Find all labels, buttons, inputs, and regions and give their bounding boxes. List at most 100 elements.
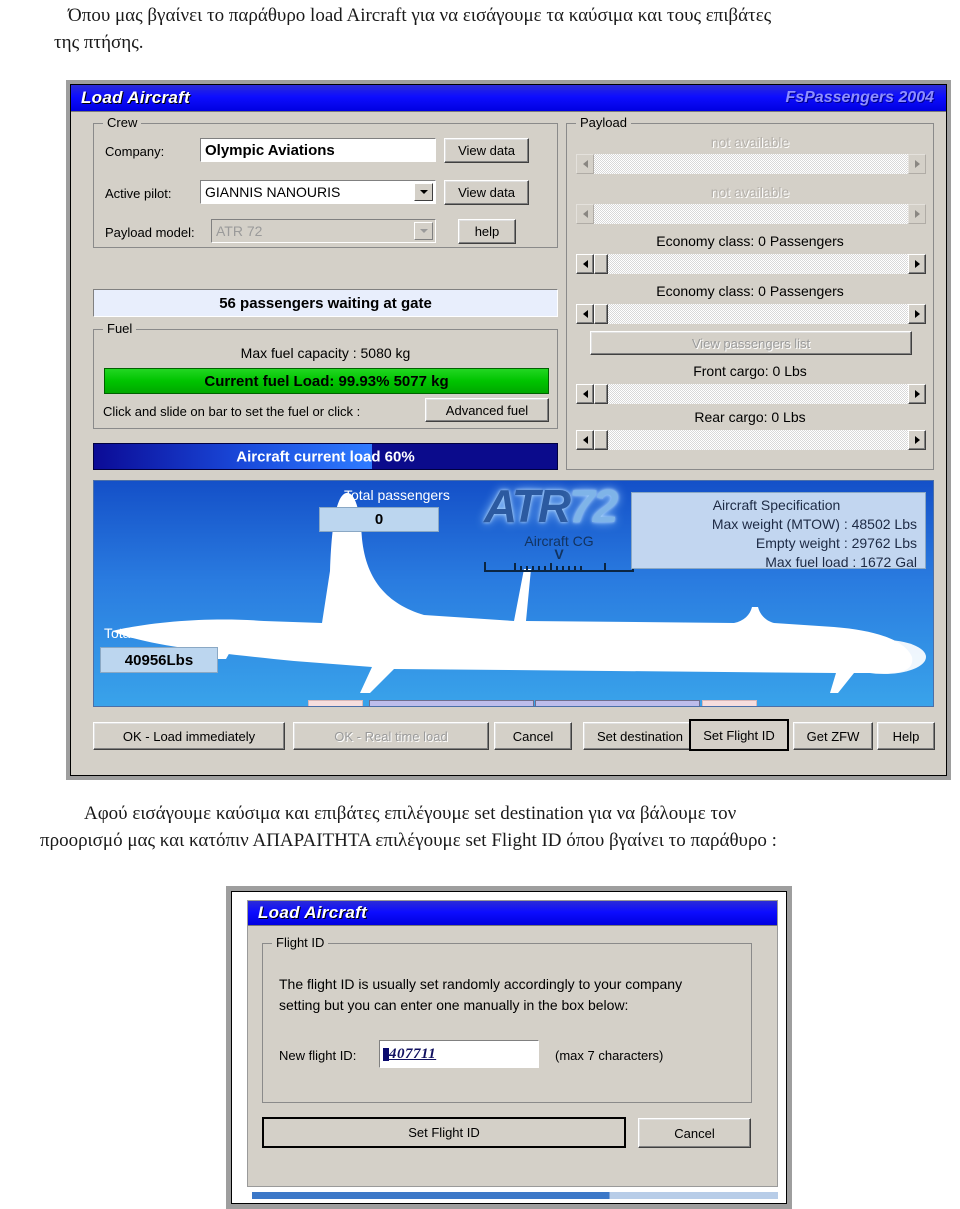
pilot-view-data-button[interactable]: View data xyxy=(444,180,529,205)
active-pilot-combo[interactable]: GIANNIS NANOURIS xyxy=(200,180,436,204)
spec-empty-weight: Empty weight : 29762 Lbs xyxy=(755,535,917,551)
flight-id-description-line2: setting but you can enter one manually i… xyxy=(279,997,629,1013)
payload-help-button[interactable]: help xyxy=(458,219,516,244)
flight-id-group-title: Flight ID xyxy=(272,935,329,950)
company-value: Olympic Aviations xyxy=(205,141,335,159)
flight-id-group: Flight ID The flight ID is usually set r… xyxy=(262,935,752,1103)
rear-cargo-slider[interactable] xyxy=(576,430,926,450)
flight-id-window-title: Load Aircraft xyxy=(258,903,368,922)
payload-slider-4-caption: Economy class: 0 Passengers xyxy=(656,283,844,299)
window-title: Load Aircraft xyxy=(81,88,191,107)
active-pilot-value: GIANNIS NANOURIS xyxy=(205,184,341,200)
slider-left-arrow-icon[interactable] xyxy=(576,430,594,450)
slider-thumb[interactable] xyxy=(594,304,608,324)
slider-right-arrow-icon[interactable] xyxy=(908,154,926,174)
atr72-logo-primary: ATR xyxy=(484,480,571,532)
station-weight-front-cargo[interactable]: 0Lbs xyxy=(308,700,363,706)
crew-group-title: Crew xyxy=(103,115,142,130)
spec-max-weight: Max weight (MTOW) : 48502 Lbs xyxy=(711,516,917,532)
chevron-down-icon[interactable] xyxy=(414,222,433,240)
help-button[interactable]: Help xyxy=(877,722,935,750)
fuel-group-title: Fuel xyxy=(103,321,137,336)
ok-real-time-load-button[interactable]: OK - Real time load xyxy=(293,722,489,750)
new-flight-id-value: 407711 xyxy=(389,1045,437,1062)
payload-group: Payload not available not available Econ… xyxy=(566,115,934,470)
station-weight-rear-cargo[interactable]: 0Lbs xyxy=(702,700,757,706)
slider-right-arrow-icon[interactable] xyxy=(908,430,926,450)
instruction-paragraph: Αφού εισάγουμε καύσιμα και επιβάτες επιλ… xyxy=(40,800,960,854)
get-zfw-button[interactable]: Get ZFW xyxy=(793,722,873,750)
slider-right-arrow-icon[interactable] xyxy=(908,384,926,404)
payload-model-label: Payload model: xyxy=(105,225,195,240)
payload-slider-3-caption: Economy class: 0 Passengers xyxy=(656,233,844,249)
new-flight-id-input[interactable]: 407711 xyxy=(379,1040,539,1068)
intro-paragraph-line1: Όπου μας βγαίνει το παράθυρο load Aircra… xyxy=(68,5,772,26)
flight-id-cancel-button[interactable]: Cancel xyxy=(638,1118,751,1148)
gate-status-panel: 56 passengers waiting at gate xyxy=(93,289,558,317)
aircraft-cg-indicator: Aircraft CG V xyxy=(484,533,634,572)
slider-left-arrow-icon[interactable] xyxy=(576,254,594,274)
brand-label: FsPassengers 2004 xyxy=(785,89,934,106)
view-passengers-list-button[interactable]: View passengers list xyxy=(590,331,912,355)
total-passengers-value: 0 xyxy=(319,507,439,532)
slider-left-arrow-icon[interactable] xyxy=(576,384,594,404)
fuel-hint-label: Click and slide on bar to set the fuel o… xyxy=(103,404,361,419)
slider-left-arrow-icon[interactable] xyxy=(576,204,594,224)
spec-max-fuel: Max fuel load : 1672 Gal xyxy=(765,554,917,570)
payload-slider-4[interactable] xyxy=(576,304,926,324)
total-weight-label: Total weight xyxy=(104,625,178,641)
slider-left-arrow-icon[interactable] xyxy=(576,304,594,324)
total-passengers-label: Total passengers xyxy=(344,487,450,503)
payload-model-value: ATR 72 xyxy=(216,223,263,239)
front-cargo-caption: Front cargo: 0 Lbs xyxy=(693,363,807,379)
ok-load-immediately-button[interactable]: OK - Load immediately xyxy=(93,722,285,750)
new-flight-id-label: New flight ID: xyxy=(279,1048,357,1063)
aircraft-visual-panel: Total passengers 0 Total weight 40956Lbs… xyxy=(93,480,934,707)
aircraft-current-load-bar: Aircraft current load 60% xyxy=(93,443,558,470)
payload-group-title: Payload xyxy=(576,115,631,130)
slider-thumb[interactable] xyxy=(594,384,608,404)
set-flight-id-button[interactable]: Set Flight ID xyxy=(689,719,789,751)
aircraft-load-text: Aircraft current load 60% xyxy=(236,448,415,465)
flight-id-dialog-window: Load Aircraft Flight ID The flight ID is… xyxy=(226,886,792,1209)
slider-right-arrow-icon[interactable] xyxy=(908,304,926,324)
set-destination-button[interactable]: Set destination xyxy=(583,722,697,750)
payload-slider-2[interactable] xyxy=(576,204,926,224)
flight-id-description: The flight ID is usually set randomly ac… xyxy=(279,974,729,1016)
cancel-button[interactable]: Cancel xyxy=(494,722,572,750)
payload-slider-1-caption: not available xyxy=(710,134,790,150)
station-weight-cabin-rear[interactable]: 0Lbs xyxy=(535,700,700,706)
atr72-logo: ATR72 xyxy=(484,480,618,533)
background-window-strip xyxy=(252,1192,778,1199)
set-flight-id-confirm-button[interactable]: Set Flight ID xyxy=(262,1117,626,1148)
load-aircraft-titlebar: Load Aircraft FsPassengers 2004 xyxy=(71,85,946,112)
instruction-paragraph-line2: προορισμό μας και κατόπιν ΑΠΑΡΑΙΤΗΤΑ επι… xyxy=(40,830,777,851)
flight-id-dialog-outer: Load Aircraft Flight ID The flight ID is… xyxy=(231,891,787,1204)
slider-right-arrow-icon[interactable] xyxy=(908,204,926,224)
payload-model-combo[interactable]: ATR 72 xyxy=(211,219,436,243)
slider-left-arrow-icon[interactable] xyxy=(576,154,594,174)
slider-right-arrow-icon[interactable] xyxy=(908,254,926,274)
advanced-fuel-button[interactable]: Advanced fuel xyxy=(425,398,549,422)
company-field[interactable]: Olympic Aviations xyxy=(200,138,436,162)
fuel-group: Fuel Max fuel capacity : 5080 kg Current… xyxy=(93,321,558,429)
cg-marker: V xyxy=(554,546,564,562)
payload-slider-3[interactable] xyxy=(576,254,926,274)
fuel-load-bar[interactable]: Current fuel Load: 99.93% 5077 kg xyxy=(104,368,549,394)
aircraft-specification-box: Aircraft Specification Max weight (MTOW)… xyxy=(631,492,926,570)
flight-id-titlebar: Load Aircraft xyxy=(248,901,777,926)
payload-slider-1[interactable] xyxy=(576,154,926,174)
spec-title: Aircraft Specification xyxy=(712,497,841,513)
company-view-data-button[interactable]: View data xyxy=(444,138,529,163)
max-chars-note: (max 7 characters) xyxy=(555,1048,664,1063)
flight-id-dialog-body: Load Aircraft Flight ID The flight ID is… xyxy=(247,900,778,1187)
chevron-down-icon[interactable] xyxy=(414,183,433,201)
front-cargo-slider[interactable] xyxy=(576,384,926,404)
station-weight-cabin-front[interactable]: 0Lbs xyxy=(369,700,534,706)
active-pilot-label: Active pilot: xyxy=(105,186,172,201)
atr72-logo-secondary: 72 xyxy=(569,480,618,532)
slider-thumb[interactable] xyxy=(594,254,608,274)
load-aircraft-window: Load Aircraft FsPassengers 2004 Crew Com… xyxy=(66,80,951,780)
max-fuel-capacity-label: Max fuel capacity : 5080 kg xyxy=(240,345,411,361)
slider-thumb[interactable] xyxy=(594,430,608,450)
